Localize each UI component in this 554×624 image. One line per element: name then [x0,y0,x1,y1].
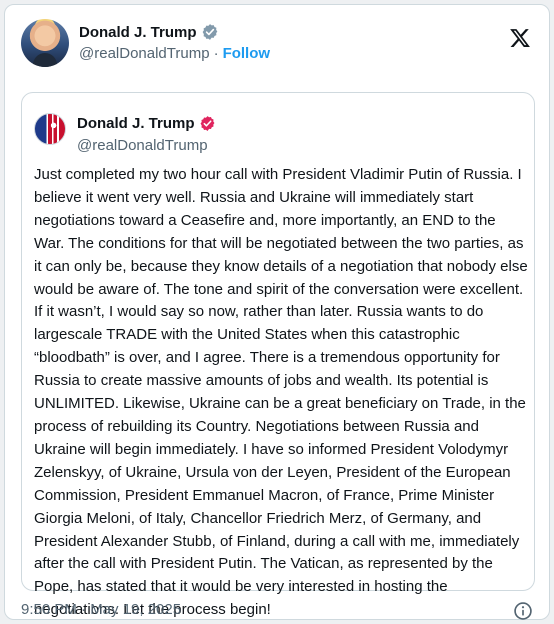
post-timestamp[interactable]: 9:50 PM · May 19, 2025 [21,601,181,618]
author-handle[interactable]: @realDonaldTrump [79,45,210,62]
author-display-name[interactable]: Donald J. Trump [79,24,197,41]
tweet-header: Donald J. Trump @realDonaldTrump · Follo… [21,19,535,73]
quoted-post[interactable]: Donald J. Trump @realDonaldTrump Just co… [21,92,535,618]
author-handle-row: @realDonaldTrump · Follow [79,45,270,62]
quoted-author-handle[interactable]: @realDonaldTrump [77,137,208,154]
separator-dot: · [213,45,219,62]
quoted-name-row: Donald J. Trump [77,115,216,132]
quoted-author-avatar[interactable] [34,113,66,145]
tweet-card: Donald J. Trump @realDonaldTrump · Follo… [4,4,550,620]
quoted-post-text: Just completed my two hour call with Pre… [34,166,528,619]
quoted-author-display-name[interactable]: Donald J. Trump [77,115,195,132]
follow-button[interactable]: Follow [223,45,271,62]
info-icon[interactable] [513,601,533,621]
author-avatar[interactable] [21,19,69,67]
verified-badge-icon [202,24,217,40]
verified-badge-icon [200,116,214,131]
x-logo-icon[interactable] [509,27,531,49]
author-name-row: Donald J. Trump [79,23,219,41]
